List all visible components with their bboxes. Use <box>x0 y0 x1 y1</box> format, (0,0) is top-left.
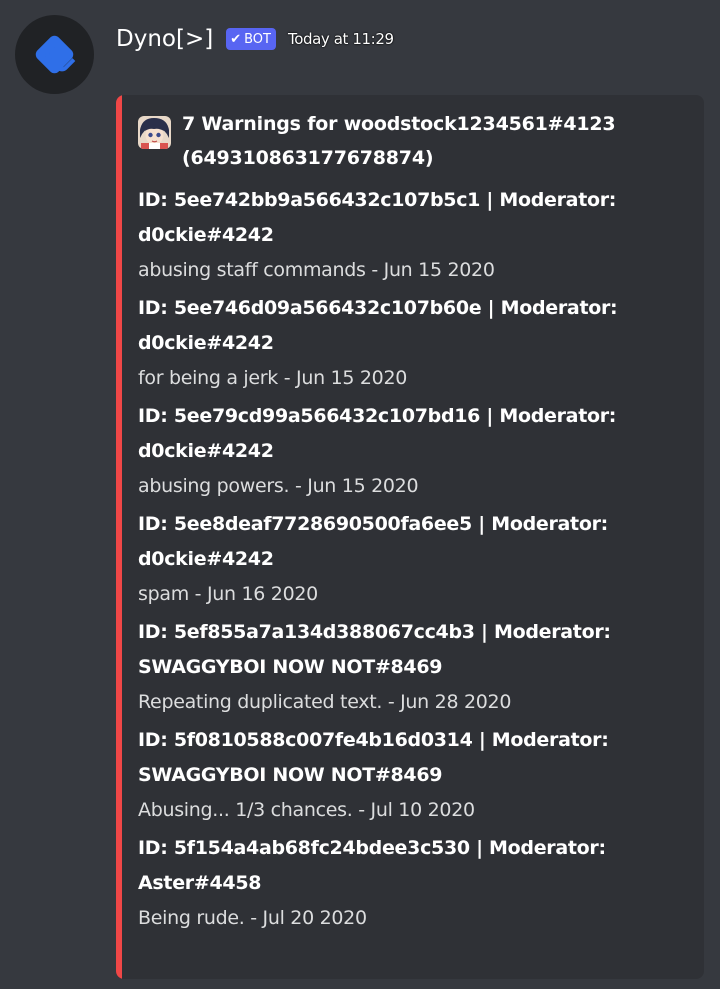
warning-title-line2: d0ckie#4242 <box>138 440 274 462</box>
embed-author: 7 Warnings for woodstock1234561#4123 (64… <box>138 107 686 175</box>
warning-title-line1: ID: 5ef855a7a134d388067cc4b3 | Moderator… <box>138 621 611 643</box>
warning-title-line1: ID: 5f0810588c007fe4b16d0314 | Moderator… <box>138 729 609 751</box>
message-header: Dyno[>] ✔ BOT Today at 11:29 <box>116 22 394 56</box>
dyno-chevron-icon <box>35 35 79 74</box>
verified-check-icon: ✔ <box>230 31 242 47</box>
warning-title-line2: SWAGGYBOI NOW NOT#8469 <box>138 764 443 786</box>
warning-entry: ID: 5f154a4ab68fc24bdee3c530 | Moderator… <box>138 831 686 935</box>
warning-title-line2: Aster#4458 <box>138 872 262 894</box>
warning-entry: ID: 5f0810588c007fe4b16d0314 | Moderator… <box>138 723 686 827</box>
warning-title-line1: ID: 5ee742bb9a566432c107b5c1 | Moderator… <box>138 189 617 211</box>
warning-entry: ID: 5ee742bb9a566432c107b5c1 | Moderator… <box>138 183 686 287</box>
warning-reason: abusing staff commands - Jun 15 2020 <box>138 259 495 281</box>
dyno-avatar[interactable] <box>15 15 94 94</box>
warning-title-line2: d0ckie#4242 <box>138 332 274 354</box>
username[interactable]: Dyno[>] <box>116 26 213 52</box>
warning-reason: Being rude. - Jul 20 2020 <box>138 907 367 929</box>
warning-reason: abusing powers. - Jun 15 2020 <box>138 475 419 497</box>
warning-reason: for being a jerk - Jun 15 2020 <box>138 367 408 389</box>
embed-color-stripe <box>116 95 122 979</box>
anime-avatar-icon[interactable] <box>138 116 171 149</box>
warning-entry: ID: 5ee746d09a566432c107b60e | Moderator… <box>138 291 686 395</box>
chat-message: Dyno[>] ✔ BOT Today at 11:29 7 Warnings … <box>0 0 720 989</box>
warning-title-line1: ID: 5ee746d09a566432c107b60e | Moderator… <box>138 297 618 319</box>
warnings-list: ID: 5ee742bb9a566432c107b5c1 | Moderator… <box>138 183 686 935</box>
warning-title-line1: ID: 5ee79cd99a566432c107bd16 | Moderator… <box>138 405 617 427</box>
message-timestamp[interactable]: Today at 11:29 <box>288 30 394 48</box>
warning-title-line1: ID: 5f154a4ab68fc24bdee3c530 | Moderator… <box>138 837 606 859</box>
embed-author-name[interactable]: 7 Warnings for woodstock1234561#4123 (64… <box>182 107 686 175</box>
warning-title-line1: ID: 5ee8deaf7728690500fa6ee5 | Moderator… <box>138 513 608 535</box>
warnings-embed: 7 Warnings for woodstock1234561#4123 (64… <box>116 95 704 979</box>
warning-reason: Repeating duplicated text. - Jun 28 2020 <box>138 691 512 713</box>
warning-reason: spam - Jun 16 2020 <box>138 583 318 605</box>
warning-title-line2: d0ckie#4242 <box>138 224 274 246</box>
warning-entry: ID: 5ee8deaf7728690500fa6ee5 | Moderator… <box>138 507 686 611</box>
bot-badge-label: BOT <box>244 31 271 47</box>
bot-badge: ✔ BOT <box>226 28 276 50</box>
warning-reason: Abusing... 1/3 chances. - Jul 10 2020 <box>138 799 475 821</box>
warning-title-line2: SWAGGYBOI NOW NOT#8469 <box>138 656 443 678</box>
warning-entry: ID: 5ef855a7a134d388067cc4b3 | Moderator… <box>138 615 686 719</box>
warning-title-line2: d0ckie#4242 <box>138 548 274 570</box>
warning-entry: ID: 5ee79cd99a566432c107bd16 | Moderator… <box>138 399 686 503</box>
